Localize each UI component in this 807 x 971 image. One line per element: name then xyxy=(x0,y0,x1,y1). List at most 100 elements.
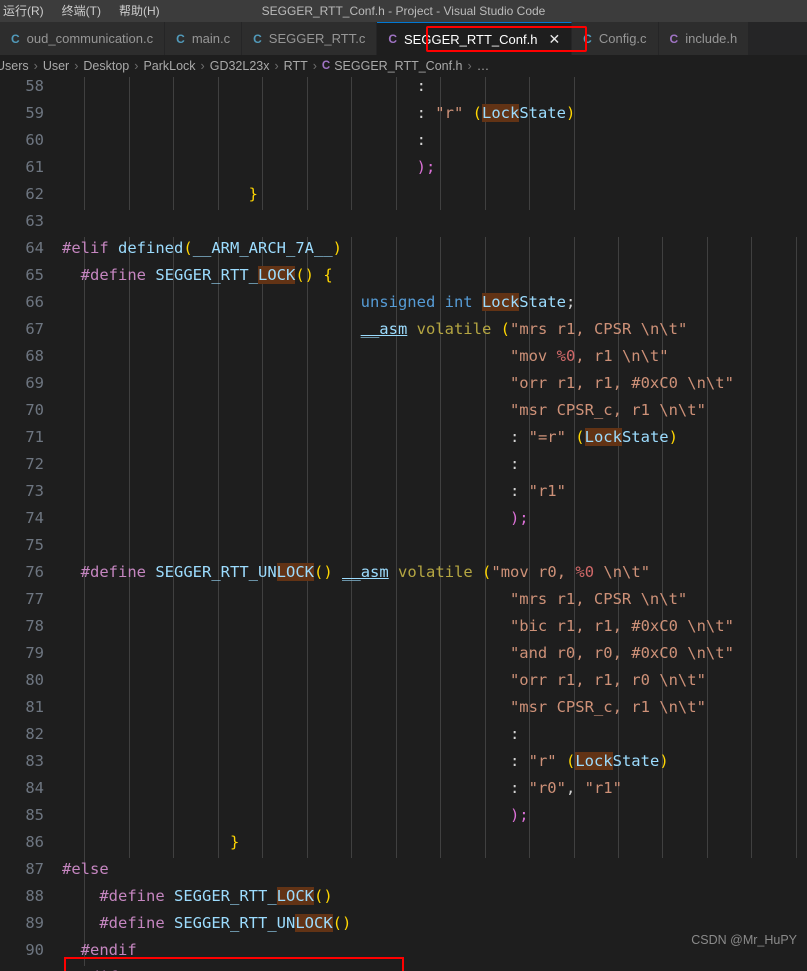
line-number: 71 xyxy=(25,428,44,446)
tab-oud_communication-c[interactable]: C oud_communication.c xyxy=(0,22,166,55)
code-line[interactable]: 65 #define SEGGER_RTT_LOCK() { xyxy=(0,262,807,289)
code-line-text[interactable]: unsigned int LockState; xyxy=(62,289,575,316)
close-icon[interactable]: ✕ xyxy=(548,32,560,46)
code-line-text[interactable]: : "r0", "r1" xyxy=(62,775,622,802)
code-line[interactable]: 83 : "r" (LockState) xyxy=(0,748,807,775)
code-line[interactable]: 63 xyxy=(0,208,807,235)
menu-item-help[interactable]: 帮助(H) xyxy=(110,0,169,22)
tab-include-h[interactable]: C include.h xyxy=(658,22,750,55)
code-line[interactable]: 82 : xyxy=(0,721,807,748)
code-line[interactable]: 68 "mov %0, r1 \n\t" xyxy=(0,343,807,370)
breadcrumb-segment-user[interactable]: User xyxy=(43,59,69,73)
code-line-text[interactable]: ); xyxy=(62,802,529,829)
line-number: 65 xyxy=(25,266,44,284)
code-line[interactable]: 91 #endif xyxy=(0,964,807,971)
code-line-text[interactable]: : xyxy=(62,77,426,100)
code-line-text[interactable]: : "r1" xyxy=(62,478,566,505)
breadcrumb-segment-desktop[interactable]: Desktop xyxy=(83,59,129,73)
code-line[interactable]: 61 ); xyxy=(0,154,807,181)
code-line[interactable]: 67 __asm volatile ("mrs r1, CPSR \n\t" xyxy=(0,316,807,343)
code-line[interactable]: 78 "bic r1, r1, #0xC0 \n\t" xyxy=(0,613,807,640)
code-line[interactable]: 71 : "=r" (LockState) xyxy=(0,424,807,451)
code-line[interactable]: 79 "and r0, r0, #0xC0 \n\t" xyxy=(0,640,807,667)
line-number: 66 xyxy=(25,293,44,311)
code-line[interactable]: 90 #endif xyxy=(0,937,807,964)
code-editor[interactable]: 58 :59 : "r" (LockState) 60 :61 ); 62} … xyxy=(0,77,807,971)
menu-bar[interactable]: 运行(R) 终端(T) 帮助(H) xyxy=(0,0,169,22)
code-line-text[interactable]: #else xyxy=(62,856,109,883)
code-line[interactable]: 62 } xyxy=(0,181,807,208)
code-line[interactable]: 85 ); xyxy=(0,802,807,829)
c-file-icon: C xyxy=(11,31,20,46)
code-line[interactable]: 58 : xyxy=(0,77,807,100)
code-line-text[interactable]: #define SEGGER_RTT_UNLOCK() __asm volati… xyxy=(62,559,650,586)
breadcrumb[interactable]: Users › User › Desktop › ParkLock › GD32… xyxy=(0,55,807,77)
code-line[interactable]: 80 "orr r1, r1, r0 \n\t" xyxy=(0,667,807,694)
line-number: 80 xyxy=(25,671,44,689)
editor-tab-bar[interactable]: C oud_communication.c C main.c C SEGGER_… xyxy=(0,22,807,55)
breadcrumb-segment-gd32l23x[interactable]: GD32L23x xyxy=(210,59,270,73)
breadcrumb-segment-rtt[interactable]: RTT xyxy=(284,59,308,73)
code-line-text[interactable]: #define SEGGER_RTT_LOCK() { xyxy=(62,262,333,289)
code-line-text[interactable]: "orr r1, r1, #0xC0 \n\t" xyxy=(62,370,734,397)
code-line[interactable]: 72 : xyxy=(0,451,807,478)
menu-item-run[interactable]: 运行(R) xyxy=(0,0,53,22)
code-line-text[interactable]: "msr CPSR_c, r1 \n\t" xyxy=(62,397,706,424)
tab-segger-rtt-c[interactable]: C SEGGER_RTT.c xyxy=(242,22,378,55)
code-line-text[interactable]: "mov %0, r1 \n\t" xyxy=(62,343,669,370)
tab-segger-rtt-conf-h[interactable]: C SEGGER_RTT_Conf.h ✕ xyxy=(377,22,573,55)
code-line[interactable]: 70 "msr CPSR_c, r1 \n\t" xyxy=(0,397,807,424)
code-line-text[interactable]: : "=r" (LockState) xyxy=(62,424,678,451)
tab-label: SEGGER_RTT_Conf.h xyxy=(404,31,538,47)
menu-item-terminal[interactable]: 终端(T) xyxy=(53,0,110,22)
code-line[interactable]: 74 ); xyxy=(0,505,807,532)
code-line-text[interactable]: : xyxy=(62,127,426,154)
code-line-text[interactable]: #endif xyxy=(62,964,118,971)
code-line[interactable]: 69 "orr r1, r1, #0xC0 \n\t" xyxy=(0,370,807,397)
tab-config-c[interactable]: C Config.c xyxy=(572,22,659,55)
breadcrumb-segment-parklock[interactable]: ParkLock xyxy=(143,59,195,73)
code-line-text[interactable]: } xyxy=(62,181,258,208)
code-line-text[interactable]: ); xyxy=(62,505,529,532)
breadcrumb-segment-users[interactable]: Users xyxy=(0,59,29,73)
code-line[interactable]: 60 : xyxy=(0,127,807,154)
code-content[interactable]: 58 :59 : "r" (LockState) 60 :61 ); 62} … xyxy=(0,77,807,971)
code-line-text[interactable]: "and r0, r0, #0xC0 \n\t" xyxy=(62,640,734,667)
code-line-text[interactable]: "mrs r1, CPSR \n\t" xyxy=(62,586,687,613)
code-line-text[interactable]: #define SEGGER_RTT_LOCK() xyxy=(62,883,333,910)
code-line[interactable]: 59 : "r" (LockState) xyxy=(0,100,807,127)
code-line-text[interactable]: "orr r1, r1, r0 \n\t" xyxy=(62,667,706,694)
breadcrumb-segment-file[interactable]: SEGGER_RTT_Conf.h xyxy=(334,59,462,73)
code-line[interactable]: 84 : "r0", "r1" xyxy=(0,775,807,802)
code-line[interactable]: 77 "mrs r1, CPSR \n\t" xyxy=(0,586,807,613)
code-line-text[interactable]: #elif defined(__ARM_ARCH_7A__) xyxy=(62,235,342,262)
code-line-text[interactable]: : xyxy=(62,451,519,478)
code-line[interactable]: 86 } xyxy=(0,829,807,856)
code-line[interactable]: 66 unsigned int LockState; xyxy=(0,289,807,316)
code-line-text[interactable]: } xyxy=(62,829,239,856)
code-line[interactable]: 73 : "r1" xyxy=(0,478,807,505)
code-line-text[interactable]: "bic r1, r1, #0xC0 \n\t" xyxy=(62,613,734,640)
code-line[interactable]: 64 #elif defined(__ARM_ARCH_7A__) xyxy=(0,235,807,262)
line-number: 83 xyxy=(25,752,44,770)
code-line-text[interactable]: __asm volatile ("mrs r1, CPSR \n\t" xyxy=(62,316,688,343)
code-line-text[interactable]: : "r" (LockState) xyxy=(62,748,669,775)
code-line-text[interactable]: #define SEGGER_RTT_UNLOCK() xyxy=(62,910,351,937)
code-line-text[interactable]: : "r" (LockState) xyxy=(62,100,575,127)
tab-main-c[interactable]: C main.c xyxy=(165,22,243,55)
code-line[interactable]: 87 #else xyxy=(0,856,807,883)
code-line[interactable]: 81 "msr CPSR_c, r1 \n\t" xyxy=(0,694,807,721)
line-number: 86 xyxy=(25,833,44,851)
c-file-icon: C xyxy=(253,31,262,46)
line-number: 73 xyxy=(25,482,44,500)
code-line-text[interactable]: : xyxy=(62,721,519,748)
breadcrumb-segment-overflow[interactable]: … xyxy=(477,59,490,73)
code-line-text[interactable]: ); xyxy=(62,154,436,181)
code-line-text[interactable]: #endif xyxy=(62,937,137,964)
line-number: 76 xyxy=(25,563,44,581)
code-line[interactable]: 89 #define SEGGER_RTT_UNLOCK() xyxy=(0,910,807,937)
code-line[interactable]: 88 #define SEGGER_RTT_LOCK() xyxy=(0,883,807,910)
code-line[interactable]: 76 #define SEGGER_RTT_UNLOCK() __asm vol… xyxy=(0,559,807,586)
code-line[interactable]: 75 xyxy=(0,532,807,559)
code-line-text[interactable]: "msr CPSR_c, r1 \n\t" xyxy=(62,694,706,721)
